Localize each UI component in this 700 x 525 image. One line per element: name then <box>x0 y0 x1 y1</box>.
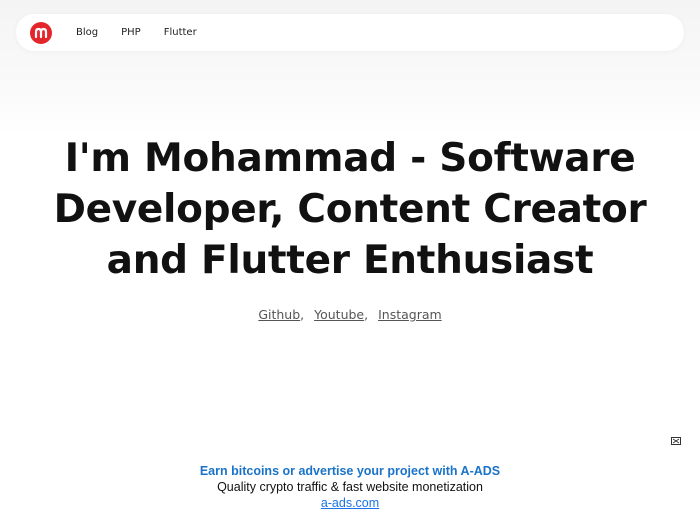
navbar: Blog PHP Flutter <box>16 14 684 51</box>
instagram-link[interactable]: Instagram <box>378 307 442 322</box>
github-link[interactable]: Github <box>258 307 300 322</box>
youtube-link[interactable]: Youtube <box>314 307 364 322</box>
page: Blog PHP Flutter I'm Mohammad - Software… <box>0 0 700 525</box>
ad-choices-glyph <box>671 437 681 445</box>
nav-link-flutter[interactable]: Flutter <box>164 27 197 38</box>
nav-links: Blog PHP Flutter <box>76 14 220 51</box>
hero-title: I'm Mohammad - Software Developer, Conte… <box>0 133 700 286</box>
hero: I'm Mohammad - Software Developer, Conte… <box>0 133 700 286</box>
ad-description: Quality crypto traffic & fast website mo… <box>217 480 483 494</box>
site-logo[interactable] <box>30 22 52 44</box>
social-links: Github, Youtube, Instagram <box>0 307 700 322</box>
hero-title-line-2: Developer, Content Creator <box>53 187 647 232</box>
nav-link-php[interactable]: PHP <box>121 27 141 38</box>
separator: , <box>300 307 305 322</box>
nav-link-blog[interactable]: Blog <box>76 27 98 38</box>
ad-headline[interactable]: Earn bitcoins or advertise your project … <box>0 463 700 479</box>
hero-title-line-3: and Flutter Enthusiast <box>106 238 594 283</box>
ad-url[interactable]: a-ads.com <box>321 496 379 510</box>
hero-title-line-1: I'm Mohammad - Software <box>64 136 636 181</box>
ad-banner: Earn bitcoins or advertise your project … <box>0 463 700 511</box>
separator: , <box>364 307 369 322</box>
ad-choices-icon[interactable] <box>671 437 681 445</box>
logo-icon <box>34 27 48 39</box>
